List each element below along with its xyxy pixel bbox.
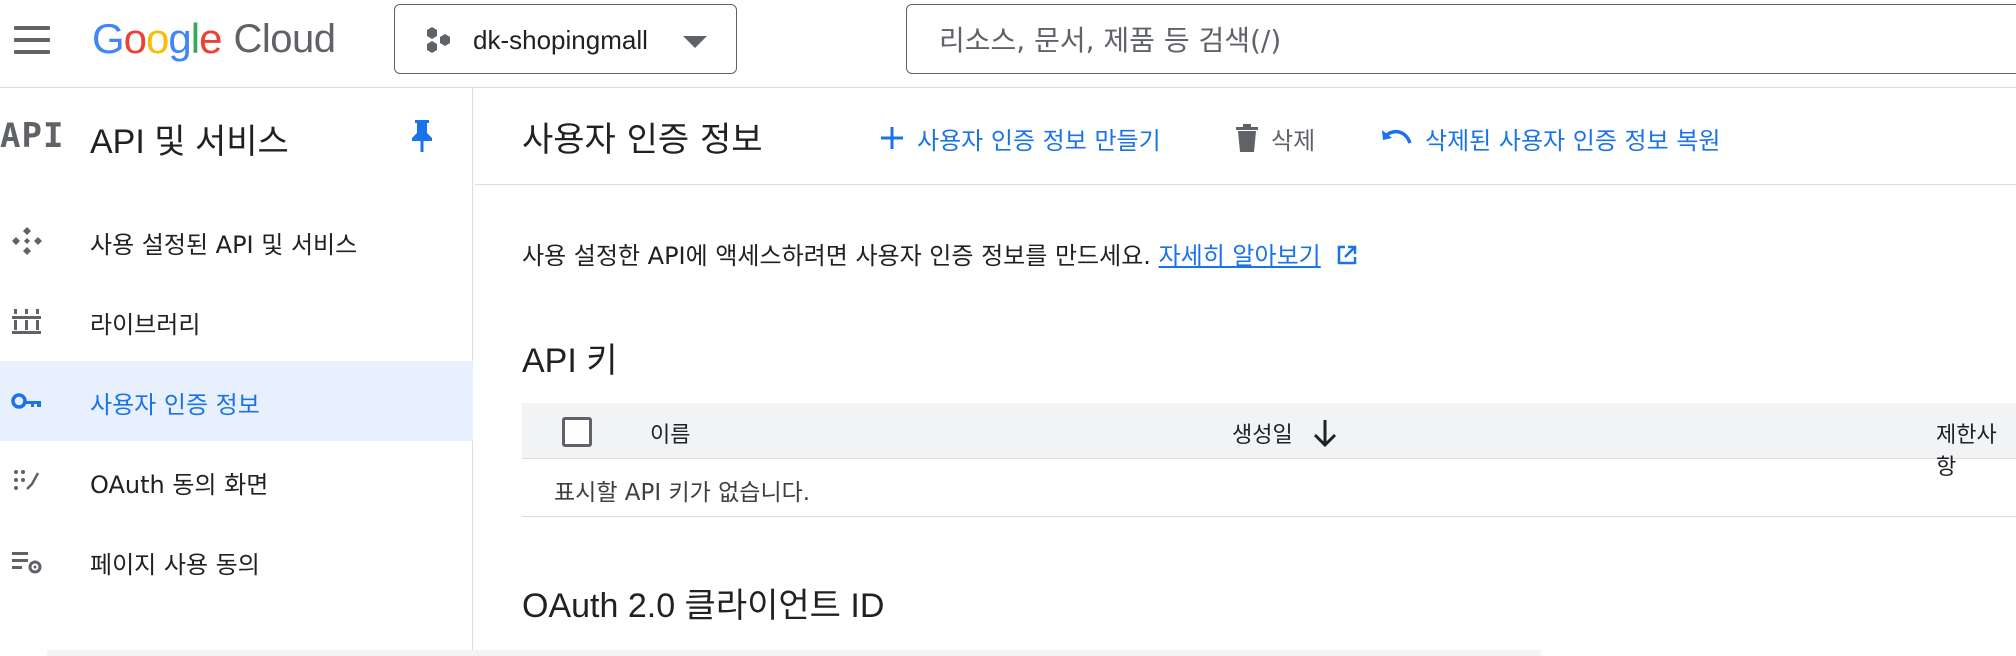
logo-letter-g1: G (92, 15, 125, 62)
page-header: 사용자 인증 정보 사용자 인증 정보 만들기 삭제 삭제된 사용자 인증 정보… (475, 88, 2016, 185)
restore-label: 삭제된 사용자 인증 정보 복원 (1425, 126, 1721, 155)
sort-descending-arrow-icon (1313, 420, 1336, 447)
logo-letter-l: l (190, 15, 200, 62)
project-name: dk-shopingmall (473, 25, 648, 55)
delete-button[interactable]: 삭제 (1235, 118, 1315, 158)
api-logo-icon: API (0, 116, 65, 156)
sidebar-item-enabled-apis[interactable]: 사용 설정된 API 및 서비스 (0, 201, 473, 281)
logo-letter-g2: g (168, 15, 191, 62)
sidebar-item-label: 사용자 인증 정보 (90, 391, 260, 419)
learn-more-link[interactable]: 자세히 알아보기 (1159, 242, 1321, 270)
sidebar-item-library[interactable]: 라이브러리 (0, 281, 473, 361)
sidebar: API API 및 서비스 사용 설정된 API 및 서비스 라이브러리 사용자… (0, 88, 473, 656)
table-empty-row: 표시할 API 키가 없습니다. (522, 459, 2016, 517)
column-header-created-label: 생성일 (1232, 423, 1293, 448)
page-usage-settings-icon (12, 552, 42, 574)
api-keys-section-title: API 키 (522, 342, 618, 380)
top-bar: G o o g l e Cloud dk-shopingmall (0, 0, 2016, 88)
column-header-name[interactable]: 이름 (650, 417, 690, 449)
api-keys-table: 이름 생성일 제한사항 표시할 API 키가 없습니다. (522, 403, 2016, 517)
plus-icon (881, 127, 903, 149)
key-icon (11, 393, 41, 409)
create-credentials-button[interactable]: 사용자 인증 정보 만들기 (879, 118, 1161, 158)
sidebar-item-label: 페이지 사용 동의 (90, 551, 260, 579)
sidebar-item-credentials[interactable]: 사용자 인증 정보 (0, 361, 473, 441)
intro-text: 사용 설정한 API에 액세스하려면 사용자 인증 정보를 만드세요. 자세히 … (522, 236, 1358, 271)
sidebar-header: API API 및 서비스 (0, 88, 473, 184)
trash-icon (1236, 124, 1258, 152)
empty-state-text: 표시할 API 키가 없습니다. (554, 480, 811, 506)
logo-product-name: Cloud (233, 16, 336, 61)
page-title: 사용자 인증 정보 (522, 120, 763, 160)
library-icon (12, 309, 41, 334)
main-menu-icon[interactable] (8, 22, 56, 58)
sidebar-item-label: 라이브러리 (90, 311, 201, 339)
sidebar-title: API 및 서비스 (90, 123, 289, 161)
pin-icon[interactable] (408, 118, 436, 154)
logo-letter-o2: o (146, 15, 169, 62)
project-hexagons-icon (427, 27, 450, 53)
main-content: 사용자 인증 정보 사용자 인증 정보 만들기 삭제 삭제된 사용자 인증 정보… (475, 88, 2016, 656)
search-box[interactable] (906, 4, 2016, 74)
search-input[interactable] (939, 21, 1839, 59)
delete-label: 삭제 (1271, 126, 1316, 155)
logo-letter-o1: o (123, 15, 147, 62)
sidebar-item-oauth-consent[interactable]: OAuth 동의 화면 (0, 441, 473, 521)
oauth-section-title: OAuth 2.0 클라이언트 ID (522, 587, 885, 625)
enabled-apis-icon (12, 227, 42, 255)
google-cloud-logo[interactable]: G o o g l e Cloud (92, 14, 336, 64)
caret-down-icon (683, 36, 707, 48)
project-picker-button[interactable]: dk-shopingmall (394, 4, 737, 74)
external-link-icon[interactable] (1336, 244, 1358, 266)
sidebar-item-label: OAuth 동의 화면 (90, 471, 269, 499)
select-all-checkbox[interactable] (562, 417, 592, 447)
sidebar-item-page-usage[interactable]: 페이지 사용 동의 (0, 521, 473, 601)
undo-icon (1382, 129, 1412, 144)
sidebar-item-label: 사용 설정된 API 및 서비스 (90, 231, 358, 259)
column-header-created[interactable]: 생성일 (1232, 417, 1337, 449)
restore-deleted-credentials-button[interactable]: 삭제된 사용자 인증 정보 복원 (1381, 118, 1720, 158)
logo-letter-e: e (199, 15, 222, 62)
oauth-consent-icon (14, 470, 40, 490)
table-header: 이름 생성일 제한사항 (522, 403, 2016, 480)
oauth-table-header-edge (47, 650, 1541, 656)
intro-description: 사용 설정한 API에 액세스하려면 사용자 인증 정보를 만드세요. (522, 242, 1151, 270)
create-credentials-label: 사용자 인증 정보 만들기 (917, 126, 1161, 155)
